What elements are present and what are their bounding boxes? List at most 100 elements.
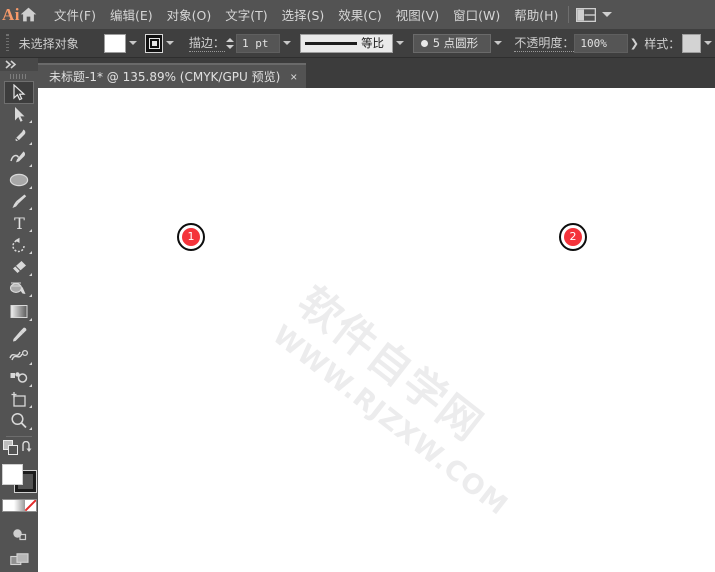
menu-item-select[interactable]: 选择(S)	[275, 1, 332, 28]
type-tool[interactable]: T	[4, 212, 34, 234]
paintbrush-icon	[12, 194, 27, 208]
home-icon[interactable]	[20, 0, 37, 29]
symbol-sprayer-icon	[10, 372, 28, 383]
tool-flyout-indicator	[29, 272, 32, 276]
stroke-weight-stepper[interactable]	[225, 34, 236, 53]
stroke-weight-dropdown-icon[interactable]	[280, 34, 294, 53]
opacity-flyout-icon[interactable]: ❯	[628, 34, 640, 53]
menu-item-file[interactable]: 文件(F)	[47, 1, 103, 28]
fill-dropdown-icon[interactable]	[126, 34, 140, 53]
chevron-down-icon	[129, 41, 138, 45]
menu-item-object[interactable]: 对象(O)	[160, 1, 219, 28]
tools-panel: T	[0, 58, 38, 572]
selection-arrow-icon	[12, 84, 26, 101]
zoom-tool[interactable]	[4, 410, 34, 432]
watermark: 软件自学网 WWW.RJZXW.COM	[250, 248, 563, 539]
default-fill-stroke-icon[interactable]	[3, 439, 19, 461]
color-mode-buttons	[1, 499, 37, 513]
annotation-marker-2-label: 2	[564, 228, 582, 246]
arrange-glyph	[576, 7, 597, 22]
toolbar-collapse-button[interactable]	[0, 58, 38, 71]
control-bar: 未选择对象 描边： 1 pt 等比 5 点圆形 不透明度： 100% ❯ 样式：	[0, 29, 715, 58]
stroke-icon-inner	[151, 40, 157, 46]
eraser-tool[interactable]	[4, 256, 34, 278]
stroke-dropdown-icon[interactable]	[163, 34, 177, 53]
home-glyph	[20, 7, 37, 22]
style-label: 样式：	[644, 36, 681, 51]
opacity-label: 不透明度：	[514, 36, 575, 52]
pen-tool[interactable]	[4, 125, 34, 147]
stepper-up-icon	[226, 37, 235, 42]
brush-dropdown-icon[interactable]	[491, 34, 505, 53]
svg-text:T: T	[14, 215, 25, 231]
watermark-url: WWW.RJZXW.COM	[266, 319, 514, 522]
fill-color-indicator[interactable]	[2, 463, 23, 485]
ellipse-icon	[9, 173, 29, 186]
menu-item-type[interactable]: 文字(T)	[218, 1, 274, 28]
tool-flyout-indicator	[29, 229, 32, 233]
selection-tool[interactable]	[4, 81, 34, 104]
document-tab[interactable]: 未标题-1* @ 135.89% (CMYK/GPU 预览) ×	[38, 63, 307, 88]
watermark-chinese: 软件自学网	[288, 276, 493, 451]
annotation-marker-1: 1	[177, 223, 205, 251]
arrange-documents-icon[interactable]	[576, 7, 597, 22]
curvature-tool[interactable]	[4, 147, 34, 169]
annotation-marker-1-label: 1	[182, 228, 200, 246]
opacity-input[interactable]: 100%	[574, 33, 629, 53]
blend-tool[interactable]	[4, 345, 34, 367]
none-swatch-button[interactable]	[24, 500, 36, 512]
fill-color-swatch[interactable]	[103, 33, 127, 53]
toolbar-grip[interactable]	[0, 71, 38, 82]
brush-definition-select[interactable]: 5 点圆形	[412, 33, 491, 53]
artboard-tool[interactable]	[4, 389, 34, 411]
screen-mode-icon	[9, 553, 29, 566]
stroke-color-swatch[interactable]	[145, 33, 164, 53]
color-swatch-button[interactable]	[2, 500, 14, 512]
tool-flyout-indicator	[29, 318, 32, 322]
control-bar-grip[interactable]	[4, 33, 12, 53]
graphic-style-swatch[interactable]	[682, 33, 702, 53]
draw-normal-icon	[12, 529, 26, 540]
stroke-weight-input[interactable]: 1 pt	[236, 33, 281, 53]
swap-arrow-icon[interactable]	[21, 441, 35, 459]
rotate-tool[interactable]	[4, 234, 34, 256]
stroke-profile-preview	[305, 41, 358, 45]
eraser-icon	[13, 260, 26, 273]
chevron-down-icon[interactable]	[602, 12, 613, 17]
close-icon[interactable]: ×	[290, 71, 297, 83]
screen-mode-button[interactable]	[4, 550, 34, 572]
menu-item-edit[interactable]: 编辑(E)	[103, 1, 160, 28]
double-chevron-right-icon	[5, 60, 17, 69]
illustrator-window: Ai 文件(F) 编辑(E) 对象(O) 文字(T) 选择(S) 效果(C) 视…	[0, 0, 715, 572]
eyedropper-tool[interactable]	[4, 323, 34, 345]
drawing-mode-button[interactable]	[4, 522, 34, 544]
symbol-sprayer-tool[interactable]	[4, 367, 34, 389]
ellipse-tool[interactable]	[4, 169, 34, 191]
blend-icon	[9, 350, 29, 361]
shape-builder-tool[interactable]	[4, 278, 34, 300]
paintbrush-tool[interactable]	[4, 191, 34, 213]
chevron-down-icon	[283, 41, 292, 45]
stepper-down-icon	[226, 44, 235, 49]
menu-item-view[interactable]: 视图(V)	[389, 1, 446, 28]
tool-flyout-indicator	[29, 383, 32, 387]
tool-flyout-indicator	[29, 405, 32, 409]
direct-selection-tool[interactable]	[4, 104, 34, 126]
style-dropdown-icon[interactable]	[701, 34, 715, 53]
tool-flyout-indicator	[29, 120, 32, 124]
default-colors-glyph	[3, 439, 18, 455]
gradient-swatch-button[interactable]	[13, 500, 25, 512]
direct-selection-arrow-icon	[14, 106, 24, 122]
stroke-profile-dropdown-icon[interactable]	[393, 34, 407, 53]
menu-item-window[interactable]: 窗口(W)	[446, 1, 507, 28]
pen-nib-icon	[13, 129, 25, 143]
menu-item-effect[interactable]: 效果(C)	[331, 1, 388, 28]
menu-item-help[interactable]: 帮助(H)	[507, 1, 565, 28]
swap-fill-stroke-glyph	[22, 441, 32, 453]
artboard-canvas[interactable]: 软件自学网 WWW.RJZXW.COM 1 2	[38, 88, 715, 572]
document-tab-bar: 未标题-1* @ 135.89% (CMYK/GPU 预览) ×	[0, 58, 715, 88]
gradient-tool[interactable]	[4, 301, 34, 323]
annotation-marker-2: 2	[559, 223, 587, 251]
stroke-profile-select[interactable]: 等比	[300, 33, 394, 53]
menu-divider-right	[568, 6, 570, 23]
